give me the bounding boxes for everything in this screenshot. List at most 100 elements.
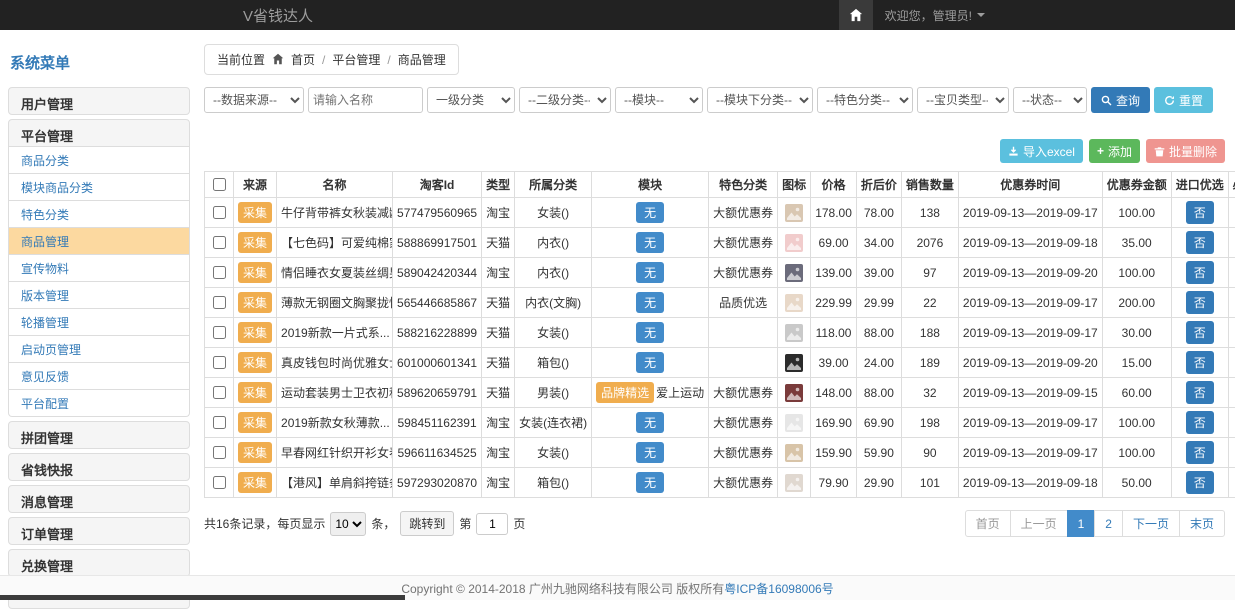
module-select[interactable]: --模块--: [615, 87, 703, 113]
import-select-toggle-button[interactable]: 否: [1186, 201, 1214, 224]
category-cell: 女装(): [515, 198, 592, 228]
breadcrumb-item-商品管理[interactable]: 商品管理: [398, 51, 446, 68]
feature-category-select[interactable]: --特色分类--: [817, 87, 913, 113]
import-select-toggle-button[interactable]: 否: [1186, 291, 1214, 314]
sidebar-subitem-启动页管理[interactable]: 启动页管理: [8, 336, 190, 363]
row-checkbox-cell: [205, 468, 234, 498]
coupon-amount-cell: 100.00: [1102, 408, 1171, 438]
sidebar-subitem-商品管理[interactable]: 商品管理: [8, 228, 190, 255]
row-checkbox[interactable]: [213, 206, 226, 219]
reset-button[interactable]: 重置: [1154, 87, 1213, 113]
feature-category-cell: 品质优选: [709, 288, 778, 318]
feature-category-cell: 大额优惠券: [709, 198, 778, 228]
row-checkbox[interactable]: [213, 386, 226, 399]
add-button[interactable]: + 添加: [1089, 139, 1140, 163]
page-number-input[interactable]: [476, 513, 508, 535]
sidebar-subitem-商品分类[interactable]: 商品分类: [8, 147, 190, 174]
sidebar-subitem-特色分类[interactable]: 特色分类: [8, 201, 190, 228]
sidebar-subitem-模块商品分类[interactable]: 模块商品分类: [8, 174, 190, 201]
sidebar-item-拼团管理[interactable]: 拼团管理: [8, 421, 190, 449]
price-cell: 39.00: [811, 348, 857, 378]
user-menu[interactable]: 欢迎您，管理员!: [885, 7, 985, 24]
row-checkbox[interactable]: [213, 266, 226, 279]
page-button-下一页[interactable]: 下一页: [1122, 510, 1180, 537]
price-cell: 139.00: [811, 258, 857, 288]
row-checkbox[interactable]: [213, 356, 226, 369]
page-button-1[interactable]: 1: [1067, 510, 1096, 537]
status-select[interactable]: --状态--: [1013, 87, 1087, 113]
batch-delete-button[interactable]: 批量删除: [1146, 139, 1225, 163]
column-header-销售数量: 销售数量: [901, 172, 958, 198]
sidebar-subitem-版本管理[interactable]: 版本管理: [8, 282, 190, 309]
sales-count-cell: 138: [901, 198, 958, 228]
image-placeholder-icon: [785, 234, 803, 252]
sidebar-item-兑换管理[interactable]: 兑换管理: [8, 549, 190, 577]
table-row: 采集【港风】单肩斜挎链条...597293020870淘宝箱包()无大额优惠券7…: [205, 468, 1235, 498]
module-extra-label: 爱上运动: [656, 386, 704, 400]
name-search-input[interactable]: [308, 87, 423, 113]
must-buy-cell: 否: [1228, 408, 1235, 438]
import-select-toggle-button[interactable]: 否: [1186, 321, 1214, 344]
sidebar-subitem-意见反馈[interactable]: 意见反馈: [8, 363, 190, 390]
per-page-select[interactable]: 10: [330, 512, 366, 536]
sidebar-item-订单管理[interactable]: 订单管理: [8, 517, 190, 545]
row-checkbox[interactable]: [213, 236, 226, 249]
data-source-select[interactable]: --数据来源--: [204, 87, 304, 113]
icon-cell: [778, 318, 811, 348]
sales-count-cell: 22: [901, 288, 958, 318]
refresh-icon: [1164, 95, 1175, 106]
row-checkbox[interactable]: [213, 326, 226, 339]
import-select-toggle-button[interactable]: 否: [1186, 351, 1214, 374]
table-row: 采集牛仔背带裤女秋装减龄...577479560965淘宝女装()无大额优惠券1…: [205, 198, 1235, 228]
source-cell: 采集: [234, 228, 277, 258]
row-checkbox-cell: [205, 348, 234, 378]
page-button-上一页[interactable]: 上一页: [1010, 510, 1068, 537]
import-select-toggle-button[interactable]: 否: [1186, 471, 1214, 494]
coupon-time-cell: 2019-09-13—2019-09-18: [958, 228, 1102, 258]
search-button[interactable]: 查询: [1091, 87, 1150, 113]
row-checkbox[interactable]: [213, 446, 226, 459]
level2-category-select[interactable]: --二级分类--: [519, 87, 611, 113]
page-button-首页[interactable]: 首页: [965, 510, 1011, 537]
column-header-所属分类: 所属分类: [515, 172, 592, 198]
import-excel-button[interactable]: 导入excel: [1000, 139, 1083, 163]
import-select-toggle-button[interactable]: 否: [1186, 411, 1214, 434]
column-header-特色分类: 特色分类: [709, 172, 778, 198]
sidebar-subitem-轮播管理[interactable]: 轮播管理: [8, 309, 190, 336]
type-cell: 天猫: [482, 348, 515, 378]
breadcrumb-item-首页[interactable]: 首页: [291, 51, 315, 68]
price-cell: 178.00: [811, 198, 857, 228]
home-button[interactable]: [839, 0, 873, 30]
icon-cell: [778, 348, 811, 378]
page-button-2[interactable]: 2: [1094, 510, 1123, 537]
source-badge: 采集: [238, 292, 272, 313]
type-cell: 淘宝: [482, 258, 515, 288]
page-button-末页[interactable]: 末页: [1179, 510, 1225, 537]
discount-price-cell: 69.90: [856, 408, 901, 438]
import-select-toggle-button[interactable]: 否: [1186, 261, 1214, 284]
plus-icon: +: [1097, 144, 1104, 158]
sidebar-item-消息管理[interactable]: 消息管理: [8, 485, 190, 513]
import-select-toggle-button[interactable]: 否: [1186, 231, 1214, 254]
sidebar-item-用户管理[interactable]: 用户管理: [8, 87, 190, 115]
breadcrumb-item-平台管理[interactable]: 平台管理: [332, 51, 380, 68]
import-select-toggle-button[interactable]: 否: [1186, 441, 1214, 464]
sidebar-item-平台管理[interactable]: 平台管理: [8, 119, 190, 147]
import-select-cell: 否: [1171, 288, 1228, 318]
sidebar-subitem-宣传物料[interactable]: 宣传物料: [8, 255, 190, 282]
row-checkbox[interactable]: [213, 416, 226, 429]
sidebar-item-省钱快报[interactable]: 省钱快报: [8, 453, 190, 481]
module-subcategory-select[interactable]: --模块下分类--: [707, 87, 813, 113]
select-all-checkbox[interactable]: [213, 178, 226, 191]
import-select-toggle-button[interactable]: 否: [1186, 381, 1214, 404]
level1-category-select[interactable]: 一级分类: [427, 87, 515, 113]
icp-link[interactable]: 粤ICP备16098006号: [724, 580, 833, 597]
horizontal-scrollbar-thumb[interactable]: [0, 595, 405, 600]
row-checkbox[interactable]: [213, 476, 226, 489]
row-checkbox[interactable]: [213, 296, 226, 309]
sidebar-subitem-平台配置[interactable]: 平台配置: [8, 390, 190, 417]
coupon-time-cell: 2019-09-13—2019-09-17: [958, 198, 1102, 228]
jump-button[interactable]: 跳转到: [400, 511, 454, 536]
import-select-cell: 否: [1171, 438, 1228, 468]
item-type-select[interactable]: --宝贝类型--: [917, 87, 1009, 113]
